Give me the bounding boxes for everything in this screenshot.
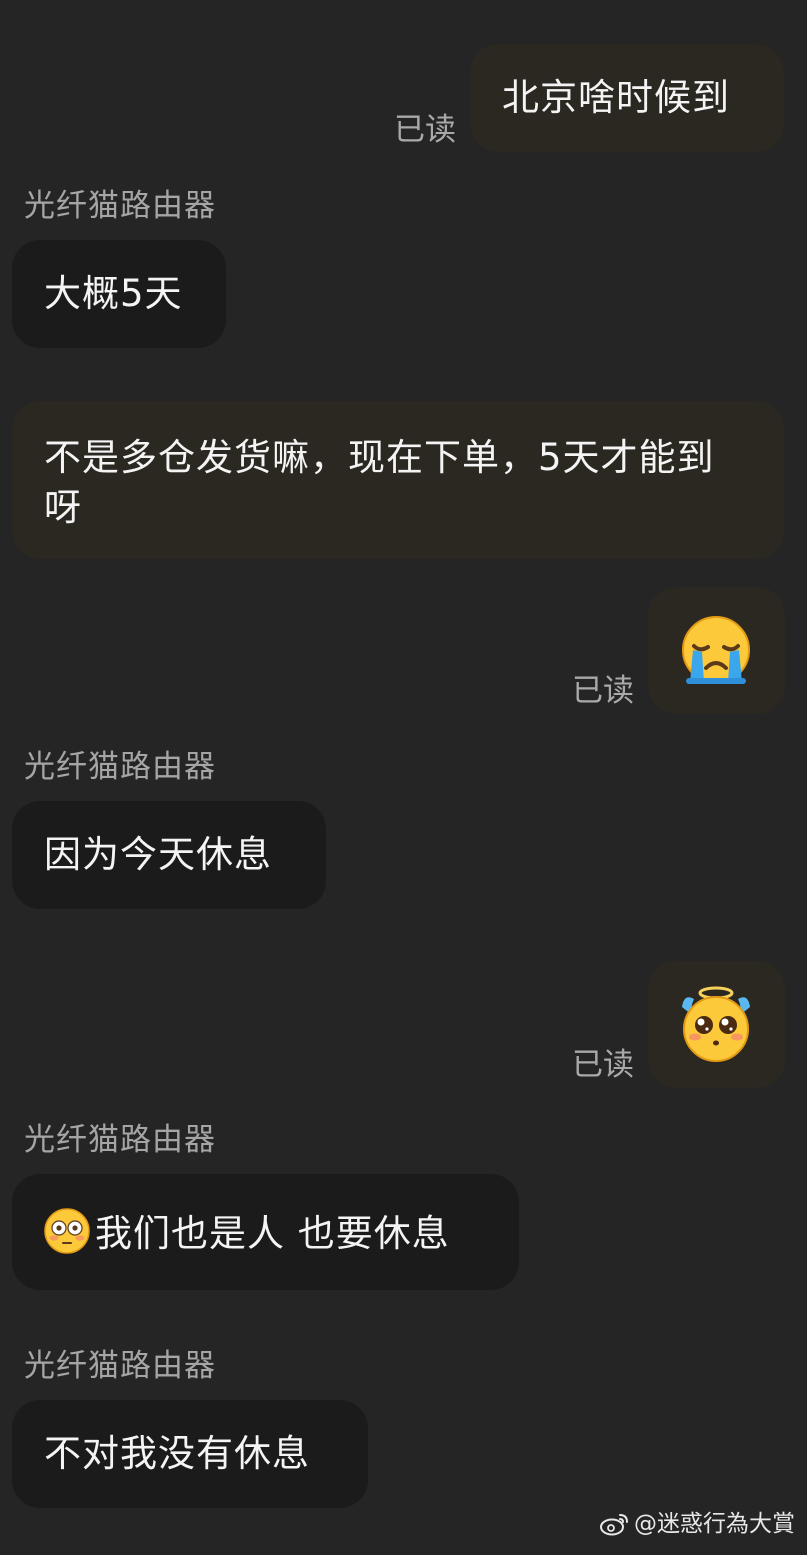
outgoing-message-bubble[interactable]: 北京啥时候到	[470, 44, 784, 152]
read-status-label: 已读	[394, 112, 456, 148]
message-text: 北京啥时候到	[502, 76, 730, 119]
weibo-icon	[600, 1514, 628, 1536]
flushed-face-icon	[44, 1208, 90, 1254]
read-status-label: 已读	[572, 673, 634, 709]
angel-pleading-face-icon	[682, 986, 750, 1062]
watermark: @迷惑行為大賞	[600, 1509, 795, 1539]
outgoing-emoji-bubble[interactable]	[648, 587, 785, 714]
incoming-message-bubble[interactable]: 不对我没有休息	[12, 1400, 368, 1508]
incoming-message-bubble[interactable]: 不是多仓发货嘛，现在下单，5天才能到呀	[12, 401, 784, 559]
message-text: 因为今天休息	[44, 833, 272, 876]
incoming-message-bubble[interactable]: 我们也是人 也要休息	[12, 1174, 519, 1290]
message-text: 不对我没有休息	[44, 1432, 310, 1475]
message-text: 大概5天	[44, 272, 183, 315]
incoming-message-bubble[interactable]: 因为今天休息	[12, 801, 326, 909]
message-text: 不是多仓发货嘛，现在下单，5天才能到呀	[44, 436, 715, 529]
sender-name: 光纤猫路由器	[24, 1122, 216, 1158]
sender-name: 光纤猫路由器	[24, 1348, 216, 1384]
message-text: 我们也是人 也要休息	[95, 1212, 450, 1255]
read-status-label: 已读	[572, 1047, 634, 1083]
sender-name: 光纤猫路由器	[24, 749, 216, 785]
outgoing-emoji-bubble[interactable]	[648, 961, 785, 1088]
incoming-message-bubble[interactable]: 大概5天	[12, 240, 226, 348]
crying-face-icon	[682, 616, 750, 684]
sender-name: 光纤猫路由器	[24, 188, 216, 224]
watermark-text: @迷惑行為大賞	[634, 1511, 795, 1537]
